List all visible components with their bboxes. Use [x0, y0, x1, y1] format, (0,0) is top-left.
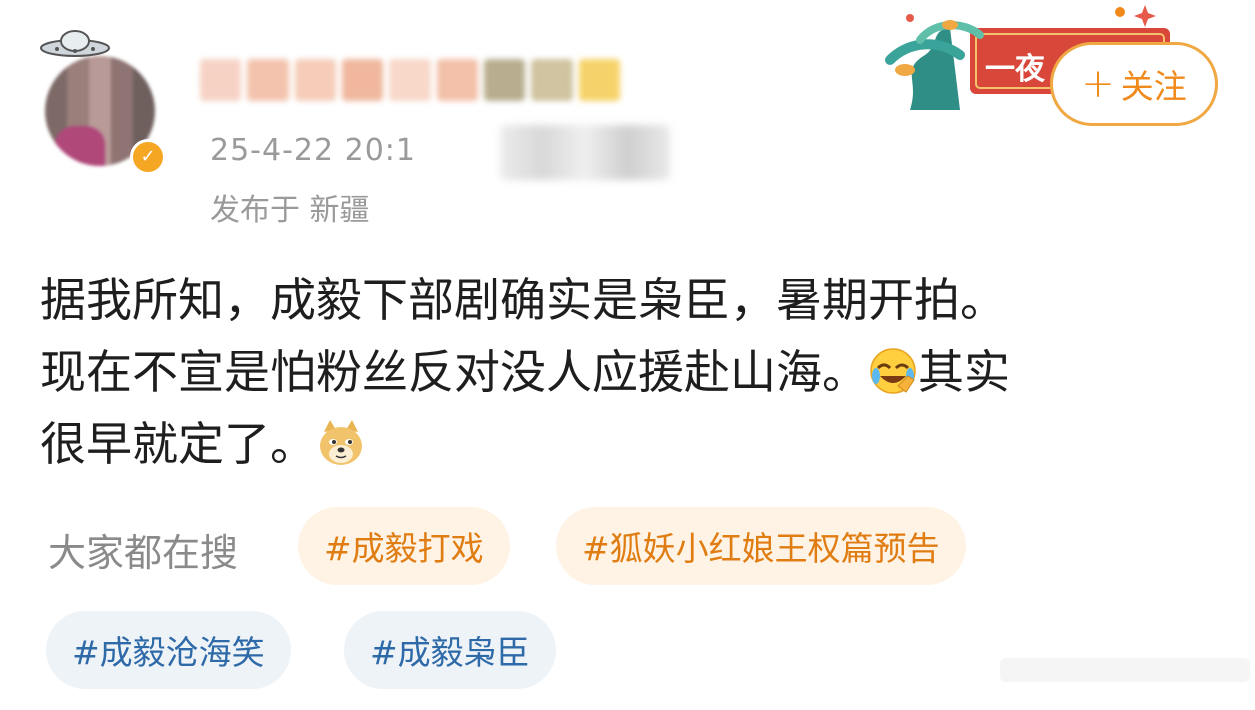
- hot-search-tag[interactable]: #成毅枭臣: [344, 611, 556, 689]
- content-line-2-tail: 其实: [918, 345, 1010, 399]
- decoration-label: 一夜: [985, 52, 1045, 87]
- hot-search-tag[interactable]: #成毅沧海笑: [46, 611, 291, 689]
- content-line-1: 据我所知，成毅下部剧确实是枭臣，暑期开拍。: [40, 273, 1006, 327]
- follow-button-label: 关注: [1120, 67, 1187, 106]
- plus-icon: +: [1081, 61, 1115, 107]
- ufo-avatar-frame-icon: [40, 30, 110, 57]
- hot-search-label: 大家都在搜: [48, 531, 239, 575]
- content-line-3-text: 很早就定了。: [40, 417, 316, 471]
- hot-search-tag[interactable]: #成毅打戏: [298, 507, 510, 585]
- timestamp-redacted: [500, 125, 670, 180]
- username-redacted[interactable]: [200, 55, 620, 105]
- watermark-redacted: [1000, 658, 1250, 682]
- content-line-2: 现在不宣是怕粉丝反对没人应援赴山海。 其实: [40, 336, 1220, 408]
- content-line-3: 很早就定了。: [40, 408, 1220, 480]
- avatar-container[interactable]: ✓: [40, 30, 166, 175]
- laughing-crying-emoji-icon: [870, 348, 916, 394]
- post-content: 据我所知，成毅下部剧确实是枭臣，暑期开拍。 现在不宣是怕粉丝反对没人应援赴山海。…: [40, 264, 1220, 480]
- hot-search-tag[interactable]: #狐妖小红娘王权篇预告: [556, 507, 966, 585]
- verified-badge-icon: ✓: [130, 139, 166, 175]
- post-timestamp: 25-4-22 20:1: [210, 133, 416, 168]
- content-line-2-text: 现在不宣是怕粉丝反对没人应援赴山海。: [40, 345, 868, 399]
- follow-button[interactable]: + 关注: [1050, 42, 1218, 126]
- post-location: 发布于 新疆: [210, 193, 370, 228]
- doge-emoji-icon: [320, 420, 362, 465]
- post-header: ✓ 25-4-22 20:1 发布于 新疆 一夜 + 关注: [0, 0, 1255, 240]
